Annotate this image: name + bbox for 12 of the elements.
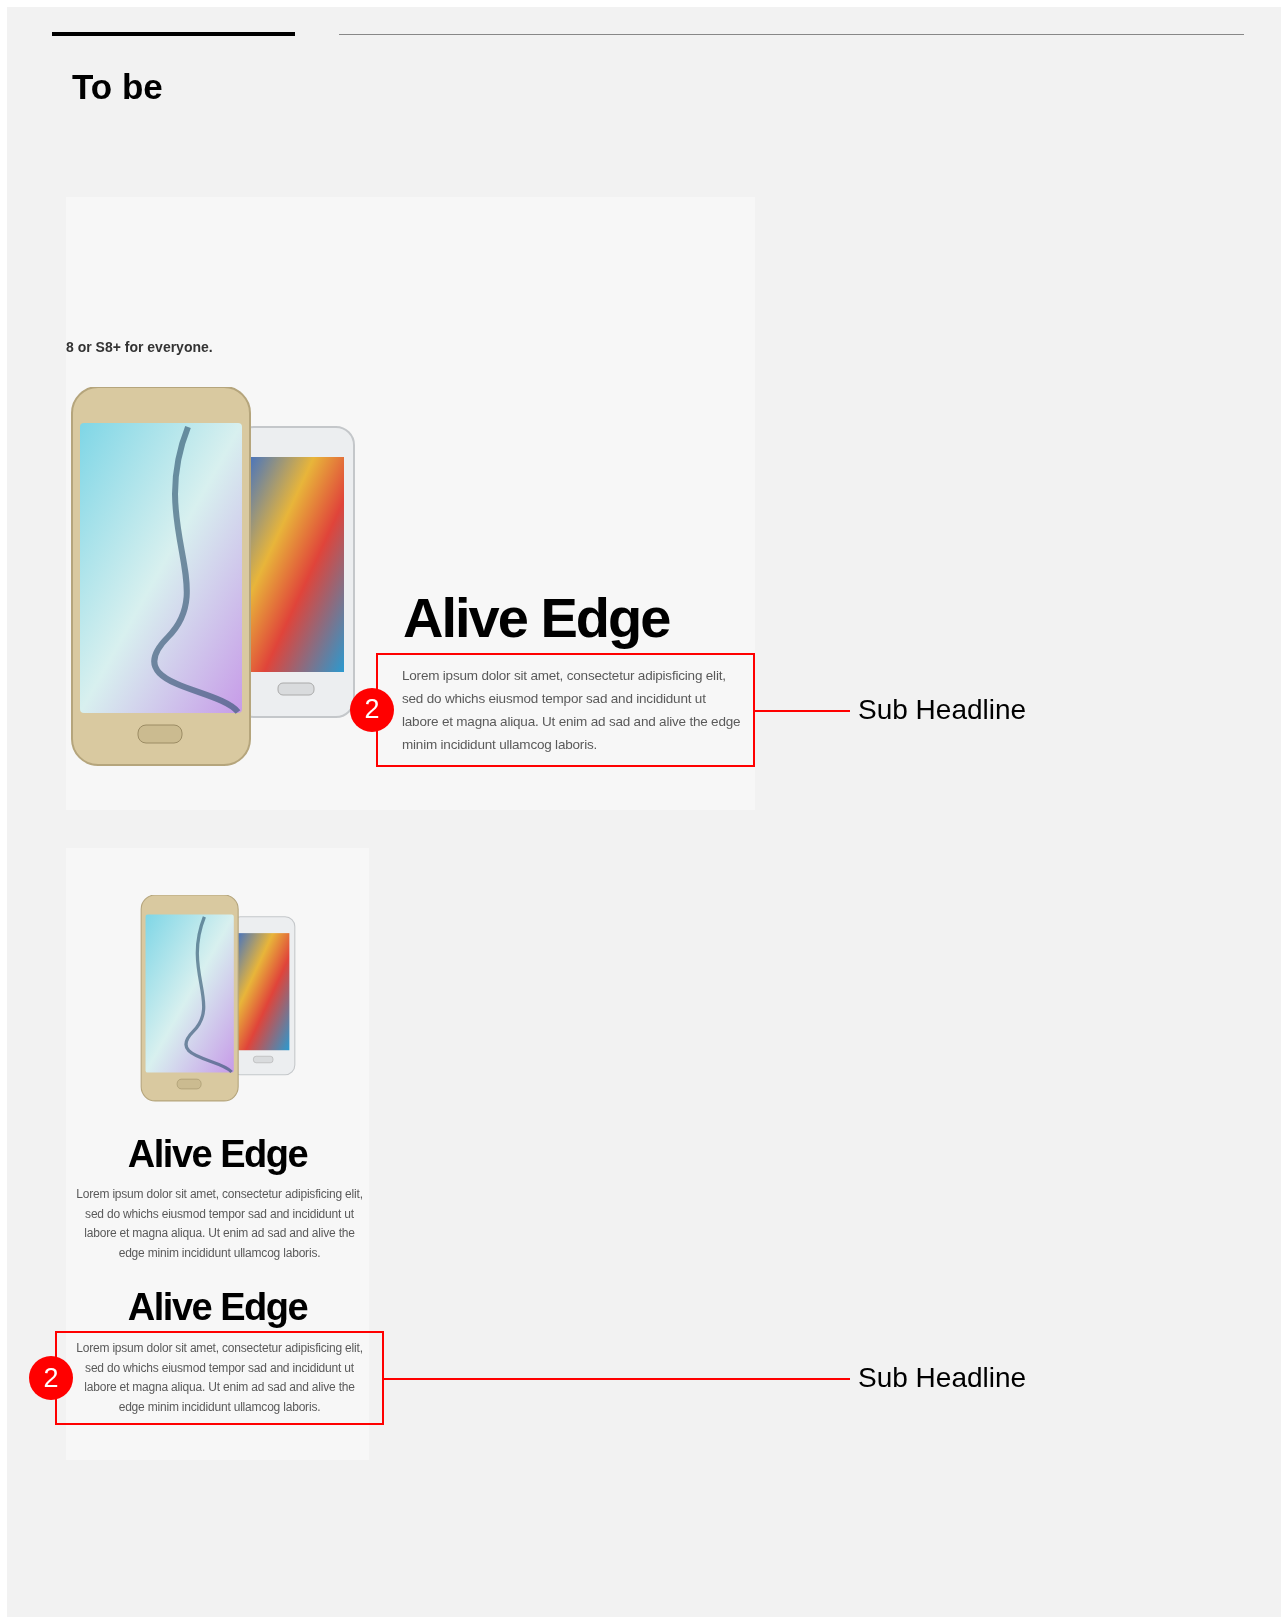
body-text: Lorem ipsum dolor sit amet, consectetur adipisficing elit, sed do whichs eiusmod tempor sad and incididunt ut labore et magna aliqua. Ut enim ad sad and alive the edge minim incididunt ullamcog laboris.	[402, 666, 742, 754]
headline: Alive Edge	[127, 1287, 308, 1330]
headline: Alive Edge	[127, 1133, 308, 1176]
cut-off-tagline: 8 or S8+ for everyone.	[66, 338, 214, 355]
annotation-label: Sub Headline	[858, 693, 1027, 726]
number-badge: 2	[350, 687, 394, 732]
body-text: Lorem ipsum dolor sit amet, consectetur adipisficing elit, sed do whichs eiusmod tempor sad and incididunt ut labore et magna aliqua. Ut enim ad sad and alive the edge minim incididunt ullamcog laboris.	[75, 1340, 364, 1416]
number-badge: 2	[29, 1356, 73, 1401]
headline: Alive Edge	[403, 586, 670, 649]
page-title: To be	[72, 68, 163, 107]
annotation-label: Sub Headline	[858, 1362, 1027, 1395]
body-text: Lorem ipsum dolor sit amet, consectetur adipisficing elit, sed do whichs eiusmod tempor sad and incididunt ut labore et magna aliqua. Ut enim ad sad and alive the edge minim incididunt ullamcog laboris.	[75, 1186, 364, 1262]
